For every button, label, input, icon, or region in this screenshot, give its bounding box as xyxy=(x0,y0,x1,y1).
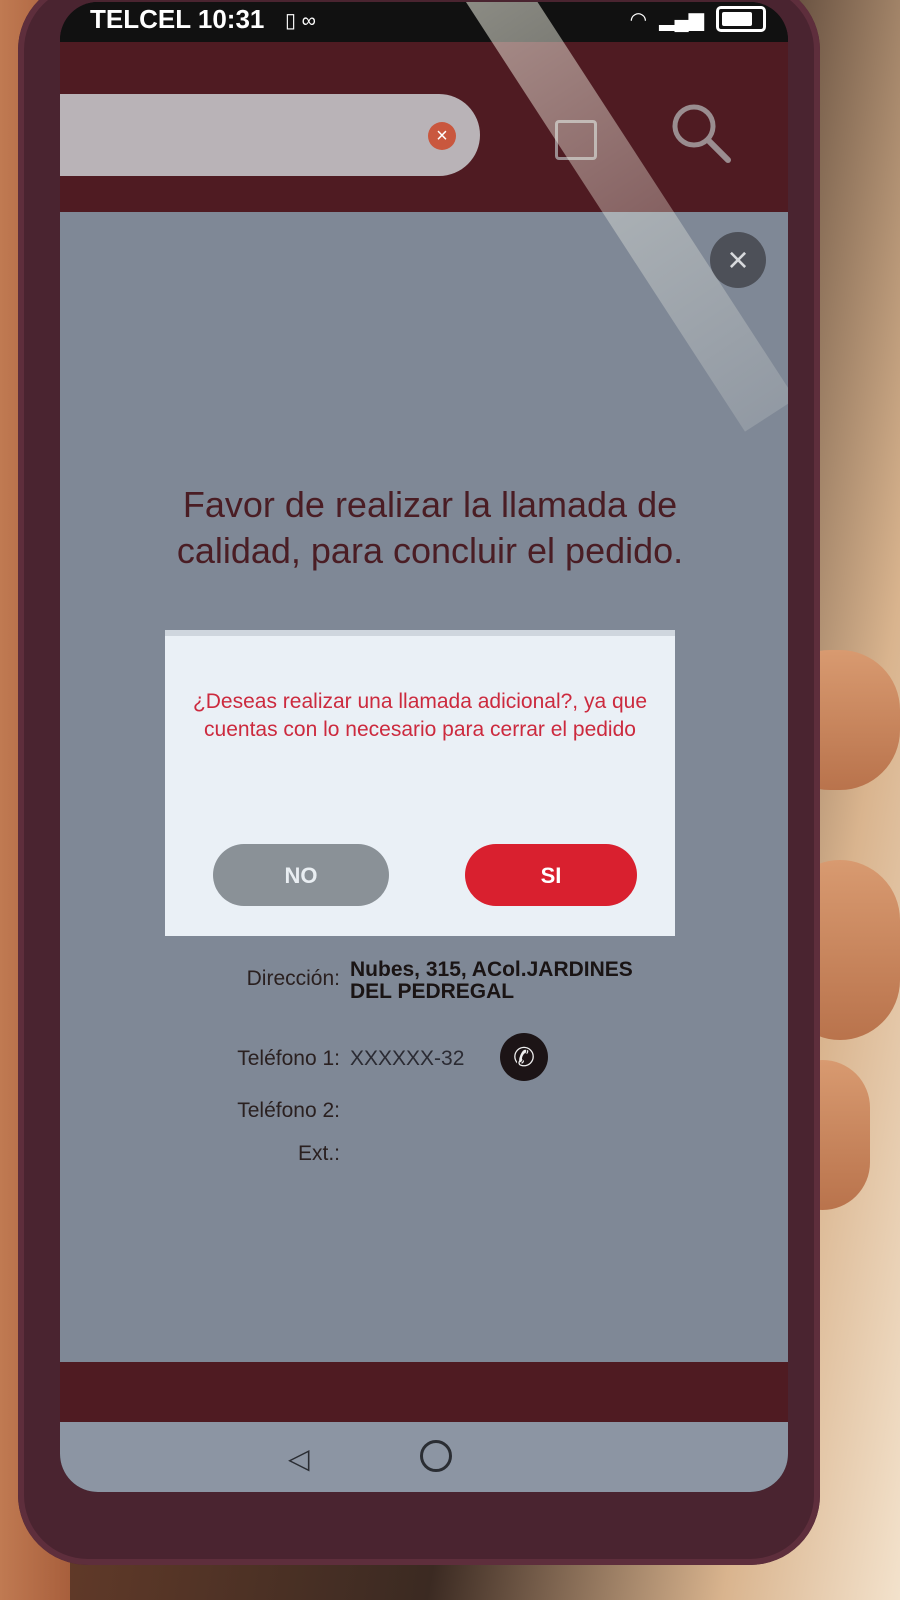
notification-icons: ▯ ∞ xyxy=(285,10,316,32)
app-footer xyxy=(60,1362,788,1422)
system-icons: ◠ ▂▄▆ xyxy=(630,6,766,32)
phone-screen: TELCEL 10:31 ▯ ∞ ◠ ▂▄▆ × × Favor de real… xyxy=(60,2,788,1492)
signal-icon: ▂▄▆ xyxy=(659,8,704,31)
phone-device: TELCEL 10:31 ▯ ∞ ◠ ▂▄▆ × × Favor de real… xyxy=(18,0,820,1565)
si-button[interactable]: SI xyxy=(465,844,637,906)
telefono1-value: XXXXXX-32 xyxy=(350,1047,465,1070)
battery-icon xyxy=(716,6,766,32)
close-icon[interactable]: × xyxy=(710,232,766,288)
clock: 10:31 xyxy=(197,4,265,34)
direccion-value: Nubes, 315, ACol.JARDINES DEL PEDREGAL xyxy=(350,958,633,1003)
telefono1-label: Teléfono 1: xyxy=(237,1047,340,1070)
quality-call-instruction: Favor de realizar la llamada de calidad,… xyxy=(176,484,684,571)
carrier-label: TELCEL xyxy=(90,4,191,34)
app-header: × xyxy=(60,42,788,212)
back-icon[interactable]: ◁ xyxy=(288,1442,310,1475)
confirm-call-dialog: ¿Deseas realizar una llamada adicional?,… xyxy=(165,630,675,936)
direccion-label: Dirección: xyxy=(246,967,340,990)
wifi-icon: ◠ xyxy=(629,8,648,31)
scan-icon[interactable] xyxy=(555,120,597,160)
status-bar: TELCEL 10:31 ▯ ∞ ◠ ▂▄▆ xyxy=(60,2,788,42)
home-icon[interactable] xyxy=(420,1440,452,1472)
search-icon[interactable] xyxy=(670,102,732,164)
clear-icon[interactable]: × xyxy=(428,122,456,150)
search-input[interactable] xyxy=(60,94,480,176)
phone-call-icon[interactable]: ✆ xyxy=(500,1033,548,1081)
no-button[interactable]: NO xyxy=(213,844,389,906)
system-nav-bar: ◁ xyxy=(60,1422,788,1492)
telefono2-label: Teléfono 2: xyxy=(237,1099,340,1122)
carrier-time: TELCEL 10:31 xyxy=(90,4,264,35)
dialog-message: ¿Deseas realizar una llamada adicional?,… xyxy=(192,690,648,741)
ext-label: Ext.: xyxy=(297,1142,340,1165)
